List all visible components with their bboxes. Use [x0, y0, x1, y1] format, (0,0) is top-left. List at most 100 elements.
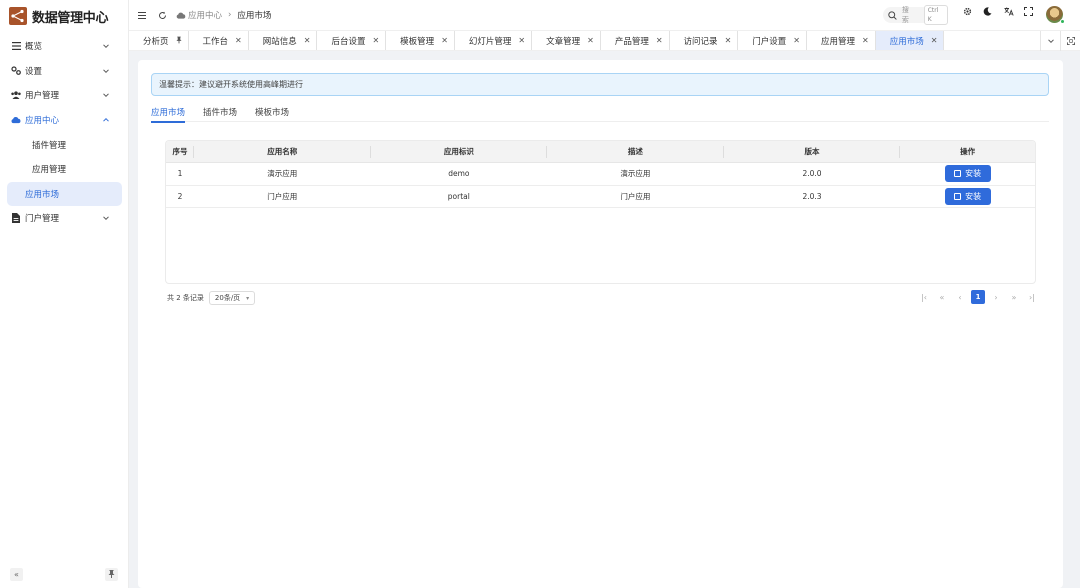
close-icon[interactable]: ✕: [587, 36, 594, 45]
collapse-sidebar-button[interactable]: «: [10, 567, 23, 581]
close-icon[interactable]: ✕: [441, 36, 448, 45]
next-page-button[interactable]: ›: [989, 290, 1003, 304]
tab-label: 应用管理: [820, 36, 855, 47]
tab-admin-settings[interactable]: 后台设置 ✕: [317, 31, 387, 50]
sidebar-item-label: 应用市场: [25, 189, 60, 200]
tab-slide-management[interactable]: 幻灯片管理 ✕: [455, 31, 533, 50]
tab-article-management[interactable]: 文章管理 ✕: [532, 31, 601, 50]
install-button[interactable]: 安装: [944, 165, 991, 183]
app-table: 序号 应用名称 应用标识 描述 版本 操作 1 演示应用 demo 演示应用 2…: [165, 140, 1036, 284]
subtab-app-market[interactable]: 应用市场: [151, 101, 186, 123]
tab-maximize-button[interactable]: [1060, 31, 1080, 51]
subtab-plugin-market[interactable]: 插件市场: [203, 101, 237, 122]
pagination: |‹ « ‹ 1 › » ›|: [913, 290, 1039, 304]
tab-app-market[interactable]: 应用市场 ✕: [875, 31, 945, 50]
column-header-name: 应用名称: [194, 141, 371, 162]
tab-analysis[interactable]: 分析页: [129, 31, 189, 50]
close-icon[interactable]: ✕: [725, 36, 732, 45]
chevron-down-icon: ▾: [246, 294, 250, 302]
page-size-select[interactable]: 20条/页 ▾: [208, 291, 255, 305]
breadcrumb-current: 应用市场: [237, 11, 272, 21]
sidebar-item-overview[interactable]: 概览: [0, 34, 122, 59]
cloud-icon: [11, 115, 21, 125]
settings-icon: [11, 66, 21, 76]
tab-label: 文章管理: [546, 36, 581, 47]
fast-backward-button[interactable]: «: [935, 290, 949, 304]
cell-description: 门户应用: [620, 191, 651, 201]
sidebar-item-app-market[interactable]: 应用市场: [7, 181, 122, 207]
fullscreen-button[interactable]: [1024, 7, 1033, 16]
menu-toggle-button[interactable]: [134, 7, 150, 23]
install-button-label: 安装: [965, 191, 982, 201]
logo[interactable]: 数据管理中心: [0, 1, 128, 31]
last-page-icon: ›|: [1029, 292, 1035, 302]
column-header-id: 应用标识: [371, 141, 548, 162]
first-page-button[interactable]: |‹: [917, 290, 931, 304]
sidebar-item-app-management[interactable]: 应用管理: [7, 157, 122, 182]
tab-access-log[interactable]: 访问记录 ✕: [670, 31, 739, 50]
settings-button[interactable]: [963, 7, 972, 16]
sidebar-item-app-center[interactable]: 应用中心: [0, 108, 122, 133]
tab-portal-settings[interactable]: 门户设置 ✕: [738, 31, 807, 50]
cell-version: 2.0.3: [802, 191, 822, 201]
tab-product-management[interactable]: 产品管理 ✕: [601, 31, 670, 50]
tab-site-info[interactable]: 网站信息 ✕: [249, 31, 318, 50]
moon-icon: [983, 7, 992, 16]
close-icon[interactable]: ✕: [235, 36, 242, 45]
pin-sidebar-button[interactable]: [105, 567, 118, 581]
close-icon[interactable]: ✕: [304, 36, 311, 45]
tab-workbench[interactable]: 工作台 ✕: [189, 31, 249, 50]
close-icon[interactable]: ✕: [793, 36, 800, 45]
sidebar-item-plugin-management[interactable]: 插件管理: [7, 132, 122, 157]
chevron-down-icon: [103, 69, 109, 73]
theme-toggle-button[interactable]: [983, 7, 992, 16]
subtab-template-market[interactable]: 模板市场: [255, 101, 289, 122]
fullscreen-icon: [1024, 7, 1033, 16]
install-button-label: 安装: [965, 169, 982, 179]
tab-template-management[interactable]: 模板管理 ✕: [386, 31, 455, 50]
close-icon[interactable]: ✕: [931, 36, 938, 45]
search-placeholder: 搜索: [901, 6, 909, 24]
close-icon[interactable]: ✕: [862, 36, 869, 45]
sidebar-item-users[interactable]: 用户管理: [0, 83, 122, 108]
online-status-dot: [1060, 19, 1065, 24]
sidebar-item-settings[interactable]: 设置: [0, 59, 122, 84]
sidebar-item-portal[interactable]: 门户管理: [0, 206, 122, 231]
sidebar-item-label: 设置: [25, 66, 43, 77]
sidebar-item-label: 概览: [25, 42, 43, 53]
refresh-icon: [158, 11, 166, 19]
close-icon[interactable]: ✕: [372, 36, 379, 45]
notice-text: 温馨提示：建议避开系统使用高峰期进行: [159, 80, 303, 89]
close-icon[interactable]: ✕: [518, 36, 525, 45]
tab-app-management[interactable]: 应用管理 ✕: [807, 31, 876, 50]
search-shortcut: Ctrl K: [923, 5, 948, 25]
fast-forward-button[interactable]: »: [1007, 290, 1021, 304]
last-page-button[interactable]: ›|: [1025, 290, 1039, 304]
sidebar: 数据管理中心 概览 设置 用户管理 应用中心 插件管理 应用管理 应用市场 门户…: [0, 0, 129, 588]
close-icon[interactable]: ✕: [656, 36, 663, 45]
column-header-index: 序号: [166, 141, 194, 162]
tab-label: 门户设置: [752, 36, 787, 47]
sidebar-item-label: 用户管理: [25, 91, 60, 102]
page-number-button[interactable]: 1: [971, 290, 985, 304]
double-chevron-right-icon: »: [1011, 292, 1017, 302]
tab-list-button[interactable]: [1040, 31, 1060, 51]
install-button[interactable]: 安装: [944, 187, 991, 205]
breadcrumb: 应用中心 › 应用市场: [176, 9, 271, 21]
tab-label: 应用市场: [889, 36, 924, 47]
chevron-down-icon: [103, 44, 109, 49]
breadcrumb-parent[interactable]: 应用中心: [188, 9, 222, 21]
search-box[interactable]: 搜索 Ctrl K: [883, 5, 948, 25]
prev-page-button[interactable]: ‹: [953, 290, 967, 304]
sidebar-item-label: 应用管理: [32, 165, 67, 176]
list-icon: [11, 41, 21, 51]
cell-actions: 安装: [900, 163, 1035, 185]
double-chevron-left-icon: «: [14, 569, 19, 579]
table-header: 序号 应用名称 应用标识 描述 版本 操作: [166, 141, 1035, 163]
refresh-button[interactable]: [154, 7, 170, 23]
translate-icon: [1004, 7, 1014, 16]
chevron-up-icon: [103, 118, 109, 122]
document-icon: [11, 213, 21, 224]
language-button[interactable]: [1004, 7, 1014, 16]
pin-icon[interactable]: [175, 36, 182, 46]
